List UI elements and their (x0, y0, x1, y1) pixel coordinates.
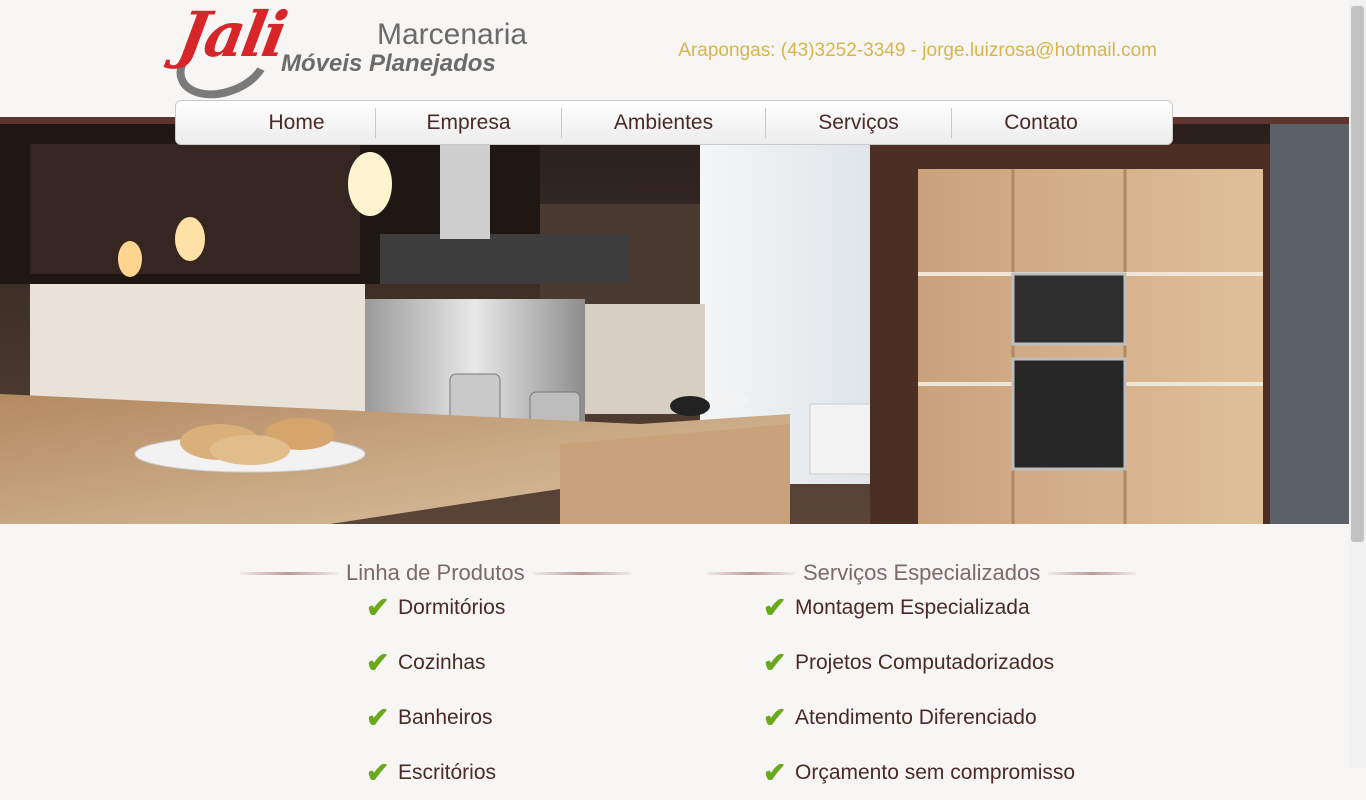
list-item[interactable]: ✔ Cozinhas (366, 635, 505, 690)
list-item[interactable]: ✔ Atendimento Diferenciado (763, 690, 1075, 745)
main-nav: Home Empresa Ambientes Serviços Contato (175, 100, 1173, 145)
products-list: ✔ Dormitórios ✔ Cozinhas ✔ Banheiros ✔ Escri… (366, 580, 505, 800)
checkmark-icon: ✔ (366, 702, 390, 733)
product-label: Escritórios (398, 760, 497, 784)
heading-rule (532, 571, 631, 575)
heading-rule (240, 571, 338, 575)
logo-line-1: Marcenaria (377, 18, 528, 51)
nav-home[interactable]: Home (218, 111, 375, 135)
list-item[interactable]: ✔ Projetos Computadorizados (763, 635, 1075, 690)
scrollbar-thumb[interactable] (1351, 6, 1364, 542)
service-label: Montagem Especializada (795, 595, 1030, 619)
list-item[interactable]: ✔ Dormitórios (366, 580, 505, 635)
checkmark-icon: ✔ (763, 702, 787, 733)
checkmark-icon: ✔ (763, 757, 787, 788)
logo-brand: Jali (172, 0, 291, 71)
service-label: Orçamento sem compromisso (795, 760, 1076, 784)
product-label: Cozinhas (398, 650, 486, 674)
list-item[interactable]: ✔ Montagem Especializada (763, 580, 1075, 635)
services-list: ✔ Montagem Especializada ✔ Projetos Comput… (763, 580, 1075, 800)
page-scrollbar[interactable] (1349, 0, 1366, 768)
service-label: Atendimento Diferenciado (795, 705, 1037, 729)
nav-ambientes[interactable]: Ambientes (562, 111, 765, 135)
contact-info: Arapongas: (43)3252-3349 - jorge.luizros… (678, 40, 1157, 61)
logo-line-2: Móveis Planejados (281, 50, 496, 77)
list-item[interactable]: ✔ Banheiros (366, 690, 505, 745)
product-label: Dormitórios (398, 595, 506, 619)
product-label: Banheiros (398, 705, 493, 729)
checkmark-icon: ✔ (366, 592, 390, 623)
nav-servicos[interactable]: Serviços (766, 111, 951, 135)
heading-rule (707, 571, 795, 575)
checkmark-icon: ✔ (366, 757, 390, 788)
checkmark-icon: ✔ (763, 592, 787, 623)
list-item[interactable]: ✔ Orçamento sem compromisso (763, 745, 1075, 800)
hero-slider[interactable] (0, 124, 1349, 524)
nav-empresa[interactable]: Empresa (376, 111, 561, 135)
site-logo[interactable]: Jali Marcenaria Móveis Planejados (166, 0, 535, 111)
kitchen-image (0, 124, 1349, 524)
list-item[interactable]: ✔ Escritórios (366, 745, 505, 800)
checkmark-icon: ✔ (366, 647, 390, 678)
nav-contato[interactable]: Contato (952, 111, 1130, 135)
checkmark-icon: ✔ (763, 647, 787, 678)
heading-rule (1048, 571, 1137, 575)
service-label: Projetos Computadorizados (795, 650, 1055, 674)
